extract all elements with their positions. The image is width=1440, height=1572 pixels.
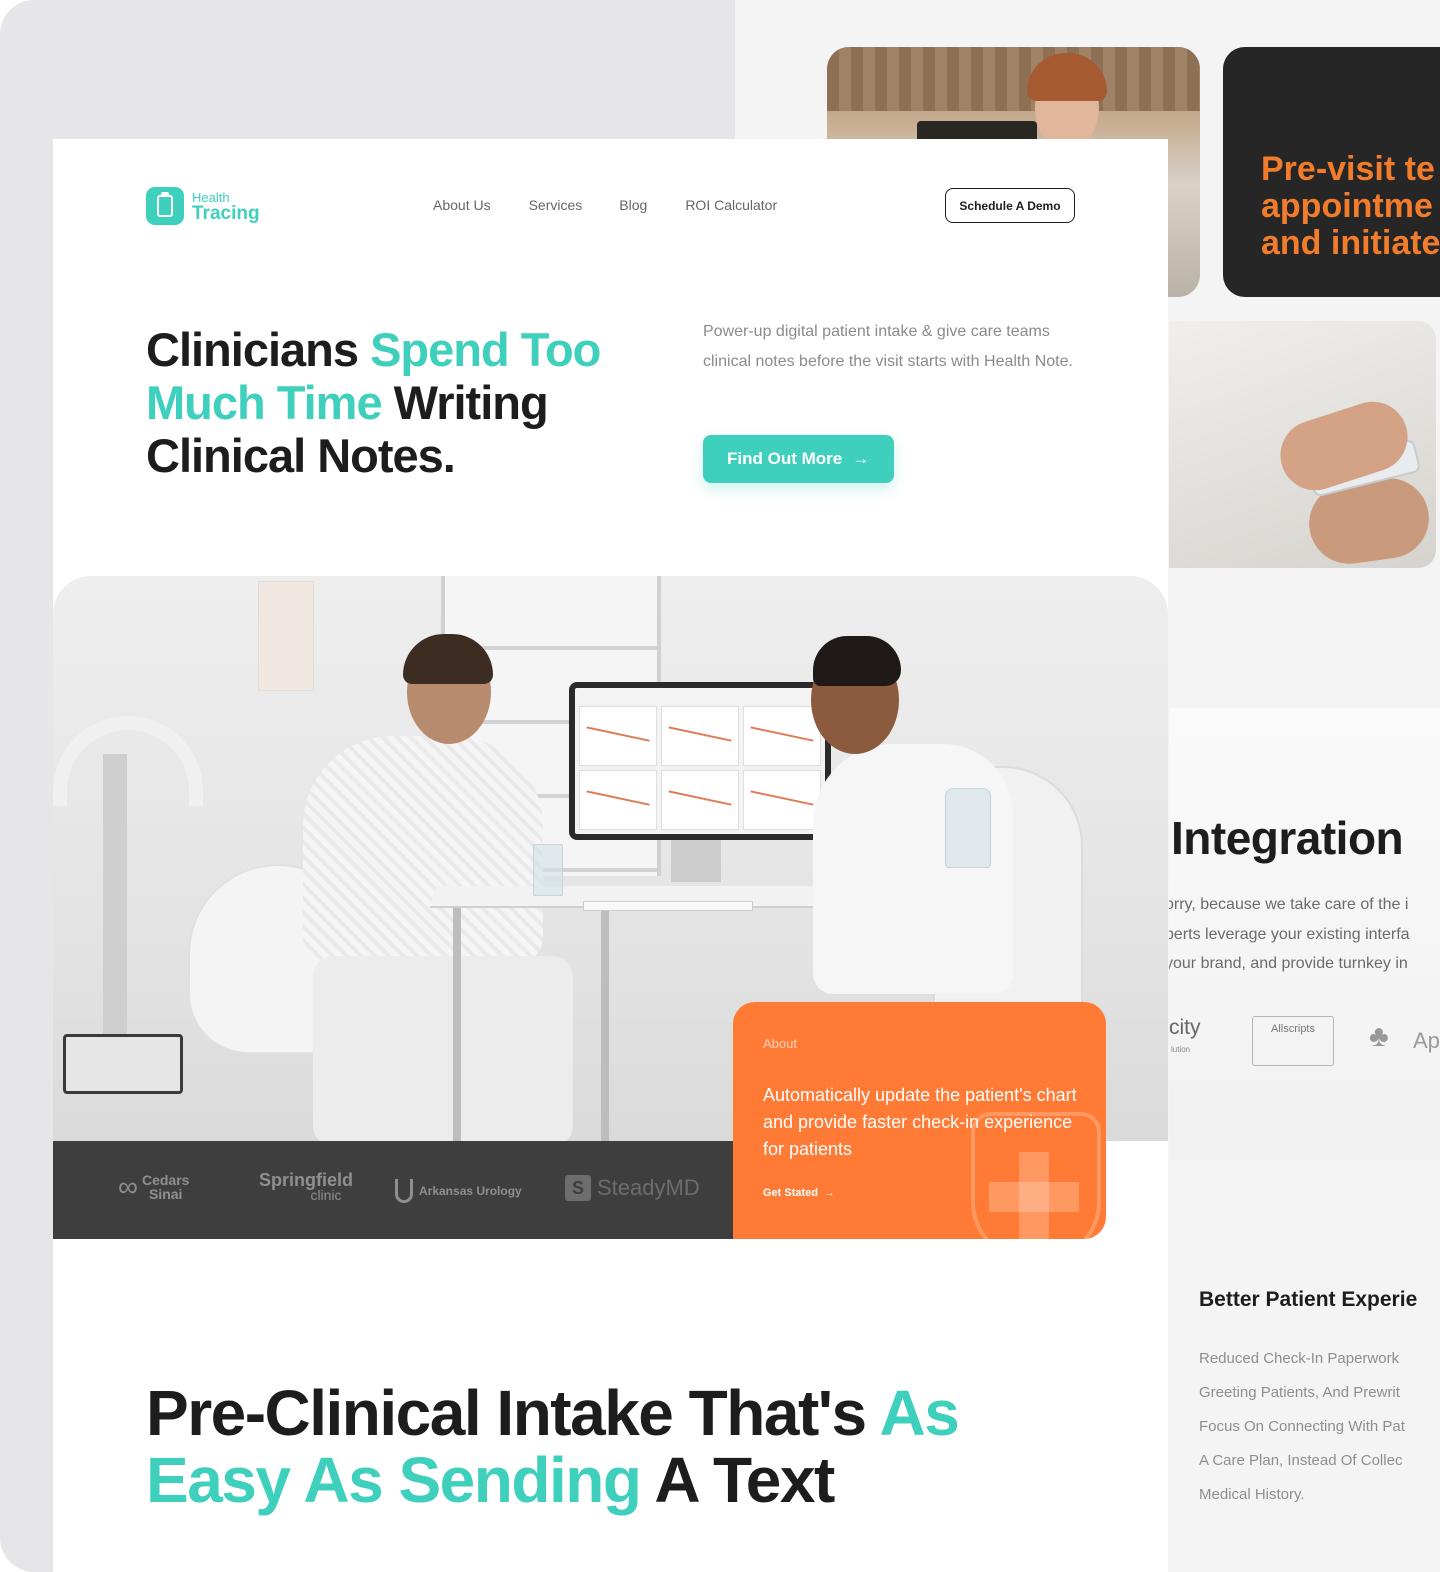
better-experience-list: Reduced Check-In Paperwork Greeting Pati… xyxy=(1199,1342,1440,1512)
integration-section: Integration orry, because we take care o… xyxy=(1169,708,1440,1160)
arkansas-mark-icon xyxy=(395,1179,413,1203)
logo-springfield-clinic: Springfield clinic xyxy=(259,1170,353,1203)
logo-cedars-sinai: ∞ Cedars Sinai xyxy=(118,1171,190,1202)
logo-allscripts: Allscripts xyxy=(1252,1016,1334,1066)
pre-visit-line-1: Pre-visit te xyxy=(1261,150,1435,188)
list-item: Greeting Patients, And Prewrit xyxy=(1199,1384,1400,1401)
nav-roi-calculator[interactable]: ROI Calculator xyxy=(685,197,777,213)
logo-big-text: Tracing xyxy=(192,203,260,224)
monitor-chart-display xyxy=(569,682,831,840)
phone-in-hand-photo xyxy=(1169,321,1436,568)
logo-city: city xyxy=(1169,1016,1201,1039)
main-landing-page: Health Tracing About Us Services Blog RO… xyxy=(53,139,1168,1572)
infinity-icon: ∞ xyxy=(118,1171,138,1202)
pre-visit-line-3: and initiate xyxy=(1261,224,1440,262)
partner-logos-strip: ∞ Cedars Sinai Springfield clinic Arkansas… xyxy=(53,1141,733,1239)
intake-headline: Pre-Clinical Intake That's As Easy As Se… xyxy=(146,1377,960,1516)
list-item: Reduced Check-In Paperwork xyxy=(1199,1350,1400,1367)
find-out-more-button[interactable]: Find Out More → xyxy=(703,435,894,483)
pre-visit-card: Pre-visit te appointme and initiate xyxy=(1223,47,1440,297)
logo-arkansas-urology: Arkansas Urology xyxy=(395,1179,522,1203)
nav-links: About Us Services Blog ROI Calculator xyxy=(433,197,815,213)
hero-title: Clinicians Spend Too Much Time Writing C… xyxy=(146,323,601,482)
nav-services[interactable]: Services xyxy=(529,197,583,213)
get-started-link[interactable]: Get Stated → xyxy=(763,1187,835,1199)
hero-description: Power-up digital patient intake & give c… xyxy=(703,323,1073,370)
logo-steadymd: S SteadyMD xyxy=(565,1175,700,1201)
pre-visit-line-2: appointme xyxy=(1261,187,1433,225)
about-card: About Automatically update the patient's… xyxy=(733,1002,1106,1239)
arrow-right-icon: → xyxy=(852,449,870,468)
top-nav: Health Tracing About Us Services Blog RO… xyxy=(53,139,1168,279)
logo[interactable]: Health Tracing xyxy=(146,187,260,225)
about-label: About xyxy=(763,1036,797,1051)
arrow-right-icon: → xyxy=(821,1187,836,1199)
integration-text: orry, because we take care of the i pert… xyxy=(1169,896,1410,972)
schedule-demo-button[interactable]: Schedule A Demo xyxy=(945,188,1075,223)
list-item: Focus On Connecting With Pat xyxy=(1199,1418,1405,1435)
clipboard-icon xyxy=(146,187,184,225)
steady-mark-icon: S xyxy=(565,1175,591,1201)
better-experience-title: Better Patient Experie xyxy=(1199,1288,1418,1311)
list-item: A Care Plan, Instead Of Collec xyxy=(1199,1452,1403,1469)
tree-icon: ♣ xyxy=(1369,1020,1389,1053)
integration-title: Integration xyxy=(1171,812,1404,864)
nav-about-us[interactable]: About Us xyxy=(433,197,491,213)
nav-blog[interactable]: Blog xyxy=(619,197,647,213)
list-item: Medical History. xyxy=(1199,1486,1305,1503)
logo-ap: Ap xyxy=(1413,1028,1440,1053)
about-text: Automatically update the patient's chart… xyxy=(763,1085,1077,1159)
logo-city-sub: lution xyxy=(1171,1045,1191,1054)
